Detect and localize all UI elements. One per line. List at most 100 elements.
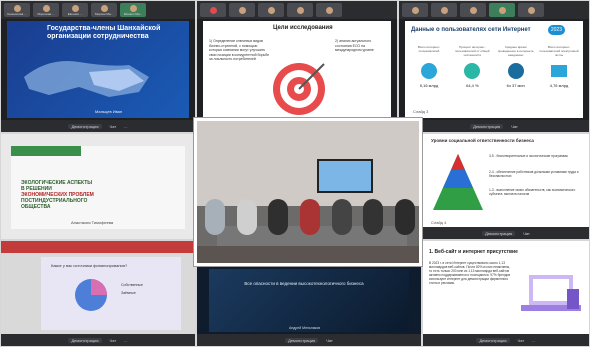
video-panel-6: Какие у вас источники финансирования? Со… [0,240,196,347]
participant-strip [197,1,397,19]
meeting-controls: Демонстрация Чат [399,120,589,132]
screen-share-button[interactable]: Демонстрация [476,337,510,343]
slide-text-right: 2) анализ актуального состояния ЕСО на м… [335,39,374,52]
avatar [267,6,275,14]
avatar [42,4,50,12]
chat-button[interactable]: Чат [511,124,518,129]
stat-value: 5,16 млрд [419,83,439,88]
slide-text: Все опасности в ведении высокотехнологич… [244,281,364,286]
shared-slide: Цели исследования 1) Определение ключевы… [203,21,391,118]
stat-label: Всего интернет-пользователей электронной… [539,45,579,57]
pyramid-graphic [433,154,483,210]
pie-chart [75,279,107,311]
video-panel-7: Все опасности в ведении высокотехнологич… [196,266,422,347]
map-graphic [24,61,149,97]
stat-label: Среднее время проведенное в интернете еж… [497,45,534,57]
participant-tile[interactable] [287,3,313,17]
avatar [325,6,333,14]
mail-icon [550,65,567,77]
stat-value: 64,4 % [466,83,479,88]
meeting-controls: Демонстрация Чат ... [1,120,195,132]
participant-tile[interactable] [200,3,226,17]
level-item: 1-3 - выполнение своих обязательств, как… [489,188,576,196]
meeting-controls: Демонстрация Чат ... [1,334,195,346]
more-button[interactable]: ... [124,338,127,343]
avatar [13,4,21,12]
slide-title: ЭКОЛОГИЧЕСКИЕ АСПЕКТЫ В РЕШЕНИИ ЭКОНОМИЧ… [21,180,94,210]
slide-title: 1. Веб-сайт и интернет присутствие [429,249,518,255]
participant-name: Морозова ... [37,11,55,16]
video-panel-1: Кашнилова ... Морозова ... Евгения ... М… [0,0,196,133]
floor [197,245,419,263]
meeting-room-photo [194,118,422,266]
participant-tile[interactable] [489,3,515,17]
participant-tile[interactable] [518,3,544,17]
person [299,199,320,235]
shared-slide: ЭКОЛОГИЧЕСКИЕ АСПЕКТЫ В РЕШЕНИИ ЭКОНОМИЧ… [11,146,185,229]
participant-tile[interactable] [316,3,342,17]
wall [197,121,419,207]
author-label: Анастасия Тимофеева [71,220,114,225]
chat-button[interactable]: Чат [518,338,525,343]
meeting-controls: Демонстрация Чат [423,227,589,239]
year-badge: 2023 [547,25,565,35]
chat-button[interactable]: Чат [110,124,117,129]
globe-icon [421,63,437,79]
stat-value: 6ч 37 мин [506,83,525,88]
more-button[interactable]: ... [124,124,127,129]
participant-name: Морзан Ма... [94,11,114,16]
chat-button[interactable]: Чат [110,338,117,343]
participant-tile[interactable]: Евгения ... [62,3,88,17]
more-button[interactable]: ... [532,338,535,343]
slide-title: Цели исследования [273,25,333,31]
participant-tile[interactable]: Морозова ... [33,3,59,17]
people-group [205,199,415,239]
screen-share-button[interactable]: Демонстрация [470,123,504,129]
person [331,199,352,235]
app-toolbar [1,241,195,253]
participant-tile[interactable] [431,3,457,17]
participant-strip [399,1,589,19]
video-panel-4: ЭКОЛОГИЧЕСКИЕ АСПЕКТЫ В РЕШЕНИИ ЭКОНОМИЧ… [0,133,196,240]
screen-share-button[interactable]: Демонстрация [482,230,516,236]
slide-footer: Слайд 3 [413,109,429,114]
participant-tile[interactable] [229,3,255,17]
stats-row: Всего интернет-пользователей 5,16 млрд П… [409,45,579,88]
chat-button[interactable]: Чат [523,231,530,236]
person [205,199,225,235]
stat-item: Среднее время проведенное в интернете еж… [496,45,536,88]
slide-text-left: 1) Определение ключевых видов бизнес-стр… [209,39,270,61]
person [363,199,384,235]
participant-tile[interactable] [460,3,486,17]
stat-label: Всего интернет-пользователей [417,45,441,53]
screen-display [317,159,373,193]
video-panel-5: Уровни социальной ответственности бизнес… [422,133,590,240]
participant-tile[interactable]: Кашнилова ... [4,3,30,17]
avatar [469,6,477,14]
participant-tile[interactable]: Михаил Ма... [120,3,146,17]
stat-label: Процент интернет-пользователей от общей … [455,45,490,57]
level-item: 2-4 - обеспечение работников должными ус… [489,170,579,178]
title-line: ОБЩЕСТВА [21,204,51,210]
participant-strip: Кашнилова ... Морозова ... Евгения ... М… [1,1,195,19]
screen-share-button[interactable]: Демонстрация [68,337,102,343]
screen-share-button[interactable]: Демонстрация [68,123,102,129]
users-icon [464,63,481,79]
avatar [527,6,535,14]
shared-slide: Государства-члены Шанхайской организации… [7,21,189,118]
participant-tile[interactable] [258,3,284,17]
green-accent [11,146,81,156]
meeting-controls: Демонстрация Чат ... [423,334,589,346]
participant-tile[interactable]: Морзан Ма... [91,3,117,17]
meeting-controls: Демонстрация Чат [197,334,421,346]
person [394,199,415,235]
participant-name: Евгения ... [67,11,83,16]
slide-footer: Мальцев Иван [95,109,123,114]
person [268,199,289,235]
screen-share-button[interactable]: Демонстрация [285,337,319,343]
participant-tile[interactable] [402,3,428,17]
slide-body: В 2023 г. в сети Интернет существовало о… [429,261,511,285]
slide-title: Государства-члены Шанхайской организации… [47,25,161,40]
chat-button[interactable]: Чат [326,338,333,343]
shared-slide: Все опасности в ведении высокотехнологич… [209,269,409,332]
